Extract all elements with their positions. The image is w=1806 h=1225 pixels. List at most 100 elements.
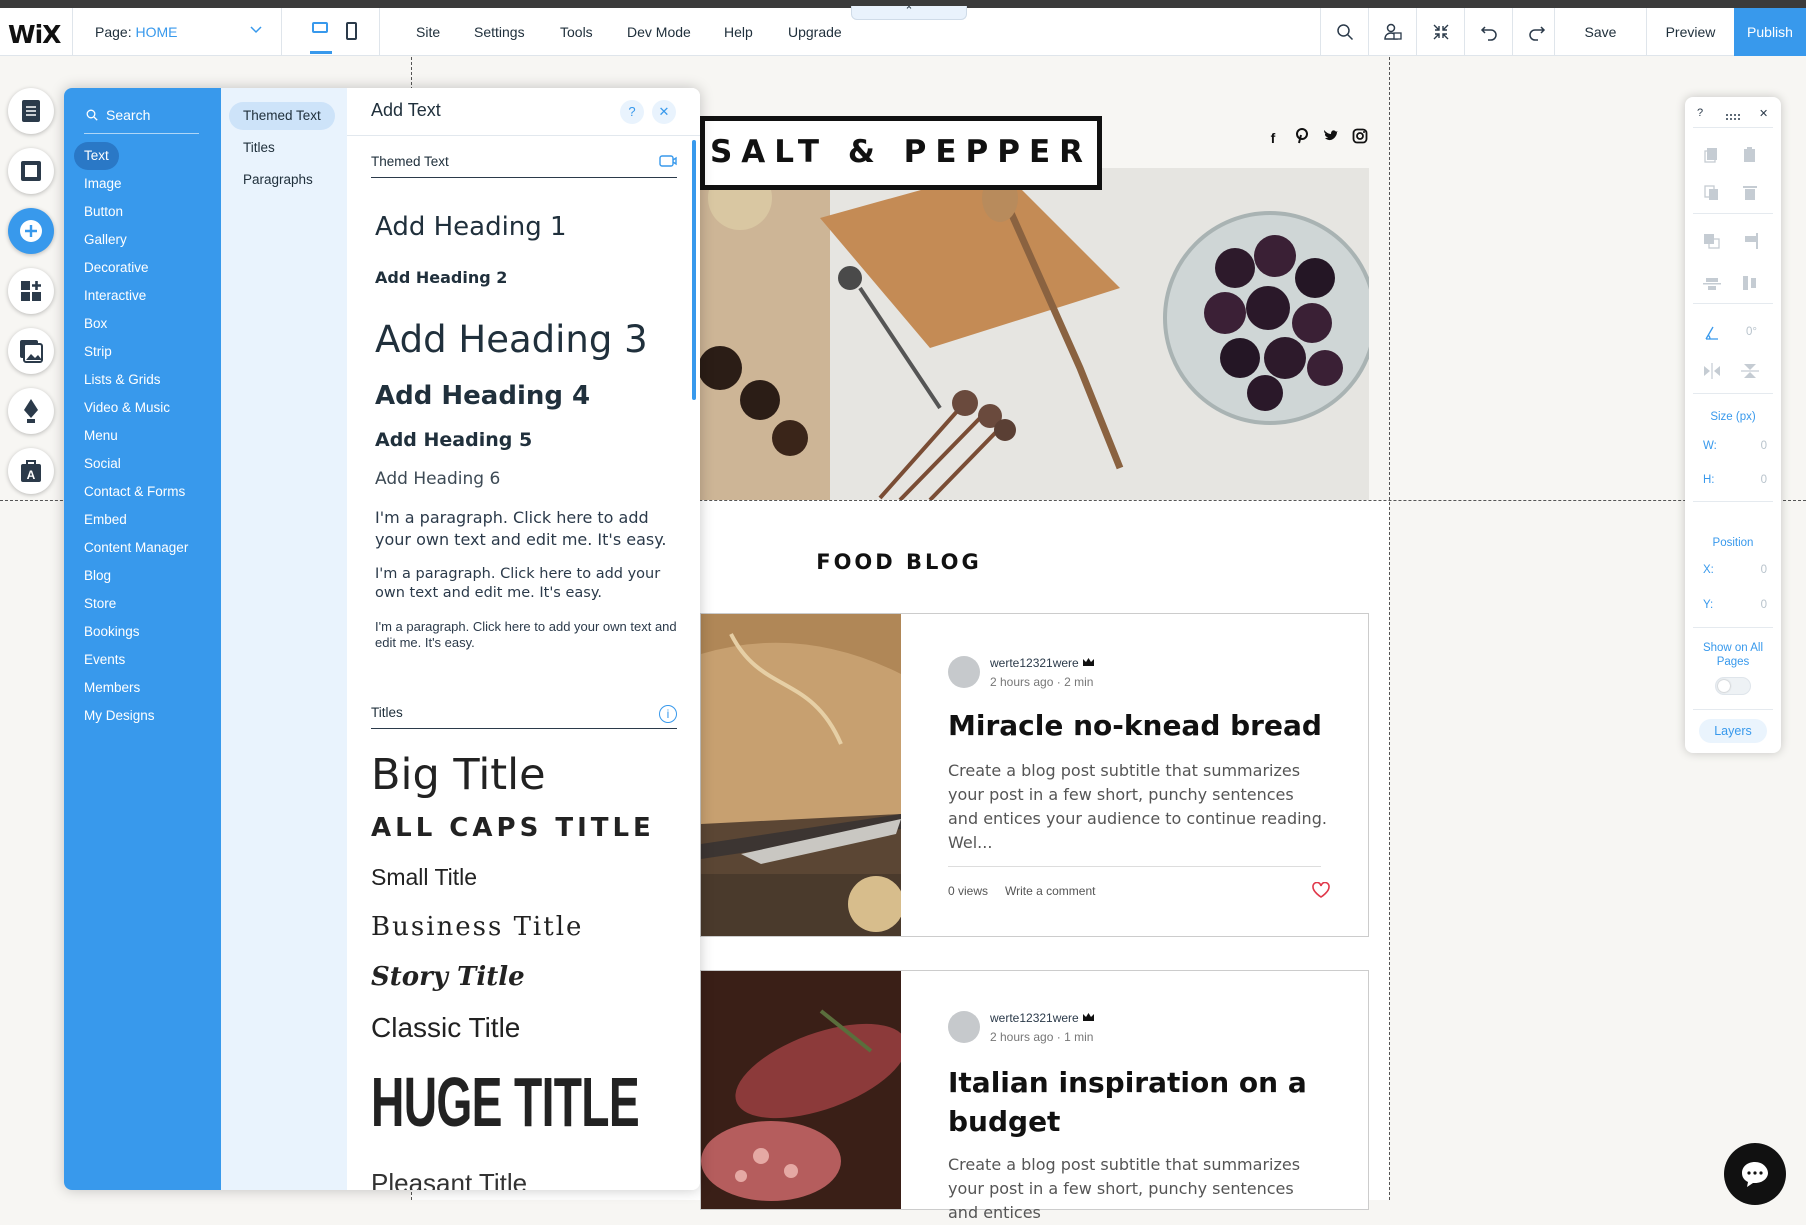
all-caps-title-preset[interactable]: ALL CAPS TITLE [371, 813, 655, 843]
redo-icon[interactable] [1512, 8, 1560, 56]
paragraph-1-preset[interactable]: I'm a paragraph. Click here to add your … [375, 507, 685, 551]
zoom-out-icon[interactable] [1416, 8, 1464, 56]
write-comment-link[interactable]: Write a comment [1005, 884, 1095, 898]
post-author[interactable]: werte12321were [990, 656, 1095, 670]
align-right-icon[interactable] [1741, 233, 1759, 249]
story-title-preset[interactable]: Story Title [371, 962, 525, 992]
rotate-angle-icon[interactable] [1703, 325, 1721, 341]
menu-upgrade[interactable]: Upgrade [788, 8, 842, 56]
layers-button[interactable]: Layers [1699, 719, 1767, 743]
category-blog[interactable]: Blog [74, 562, 121, 590]
copy-icon[interactable] [1703, 147, 1721, 163]
panel-search[interactable]: Search [84, 102, 199, 134]
help-button[interactable]: ? [620, 100, 644, 124]
x-field[interactable]: 0 [1745, 564, 1767, 576]
undo-icon[interactable] [1464, 8, 1512, 56]
duplicate-icon[interactable] [1703, 185, 1721, 201]
facebook-icon[interactable]: f [1263, 128, 1283, 148]
delete-icon[interactable] [1741, 185, 1759, 201]
tools-close-button[interactable]: ✕ [1759, 107, 1768, 120]
blog-post-card[interactable]: werte12321were 2 hours ago · 1 min Itali… [700, 970, 1369, 1222]
category-contact-forms[interactable]: Contact & Forms [74, 478, 195, 506]
post-author[interactable]: werte12321were [990, 1011, 1095, 1025]
desktop-view-icon[interactable] [310, 20, 332, 54]
heading-3-preset[interactable]: Add Heading 3 [375, 318, 648, 361]
small-title-preset[interactable]: Small Title [371, 864, 477, 891]
publish-button[interactable]: Publish [1734, 8, 1806, 56]
angle-value[interactable]: 0° [1735, 326, 1757, 338]
paragraph-3-preset[interactable]: I'm a paragraph. Click here to add your … [375, 619, 685, 651]
avatar[interactable] [948, 1011, 980, 1043]
close-button[interactable]: ✕ [652, 100, 676, 124]
category-gallery[interactable]: Gallery [74, 226, 137, 254]
y-field[interactable]: 0 [1745, 599, 1767, 611]
category-store[interactable]: Store [74, 590, 126, 618]
subcategory-paragraphs[interactable]: Paragraphs [229, 166, 327, 194]
category-strip[interactable]: Strip [74, 338, 122, 366]
add-elements-button[interactable] [8, 208, 54, 254]
mobile-view-icon[interactable] [346, 22, 357, 40]
category-menu[interactable]: Menu [74, 422, 128, 450]
collapse-toolbar-handle[interactable]: ⌃ [851, 6, 967, 20]
avatar[interactable] [948, 656, 980, 688]
category-image[interactable]: Image [74, 170, 132, 198]
category-social[interactable]: Social [74, 450, 131, 478]
chat-button[interactable] [1724, 1143, 1786, 1205]
flip-horizontal-icon[interactable] [1703, 363, 1721, 379]
preview-button[interactable]: Preview [1646, 8, 1734, 56]
category-content-manager[interactable]: Content Manager [74, 534, 198, 562]
heading-6-preset[interactable]: Add Heading 6 [375, 469, 500, 489]
paragraph-2-preset[interactable]: I'm a paragraph. Click here to add your … [375, 565, 685, 603]
menu-help[interactable]: Help [724, 8, 753, 56]
menu-site[interactable]: Site [416, 8, 440, 56]
heading-1-preset[interactable]: Add Heading 1 [375, 212, 567, 242]
category-events[interactable]: Events [74, 646, 135, 674]
category-members[interactable]: Members [74, 674, 150, 702]
distribute-icon[interactable] [1741, 275, 1759, 291]
menu-settings[interactable]: Settings [474, 8, 525, 56]
my-business-button[interactable]: A [8, 448, 54, 494]
page-selector[interactable]: Page: HOME [72, 8, 282, 56]
height-field[interactable]: 0 [1745, 474, 1767, 486]
paste-icon[interactable] [1741, 147, 1759, 163]
category-box[interactable]: Box [74, 310, 117, 338]
category-button[interactable]: Button [74, 198, 133, 226]
drag-handle-icon[interactable] [1725, 108, 1741, 126]
scrollbar[interactable] [692, 140, 696, 400]
search-icon[interactable] [1320, 8, 1368, 56]
tools-help-button[interactable]: ? [1697, 107, 1703, 119]
menu-dev-mode[interactable]: Dev Mode [627, 8, 691, 56]
category-bookings[interactable]: Bookings [74, 618, 150, 646]
media-button[interactable] [8, 328, 54, 374]
pleasant-title-preset[interactable]: Pleasant Title [371, 1168, 527, 1190]
heading-5-preset[interactable]: Add Heading 5 [375, 429, 532, 451]
heading-2-preset[interactable]: Add Heading 2 [375, 268, 507, 287]
site-logo-text[interactable]: SALT & PEPPER [700, 116, 1102, 190]
add-apps-button[interactable] [8, 268, 54, 314]
heading-4-preset[interactable]: Add Heading 4 [375, 381, 590, 411]
info-icon[interactable]: i [659, 705, 677, 723]
business-title-preset[interactable]: Business Title [371, 912, 583, 942]
width-field[interactable]: 0 [1745, 440, 1767, 452]
pages-menu-button[interactable] [8, 88, 54, 134]
instagram-icon[interactable] [1350, 128, 1370, 148]
twitter-icon[interactable] [1321, 128, 1341, 148]
classic-title-preset[interactable]: Classic Title [371, 1012, 520, 1044]
align-center-icon[interactable] [1703, 275, 1721, 291]
heart-icon[interactable] [1312, 881, 1330, 903]
pinterest-icon[interactable] [1292, 128, 1312, 148]
subcategory-titles[interactable]: Titles [229, 134, 289, 162]
blog-button[interactable] [8, 388, 54, 434]
video-icon[interactable] [659, 154, 677, 171]
category-decorative[interactable]: Decorative [74, 254, 159, 282]
flip-vertical-icon[interactable] [1741, 363, 1759, 379]
save-button[interactable]: Save [1554, 8, 1646, 56]
huge-title-preset[interactable]: HUGE TITLE [371, 1064, 640, 1140]
category-my-designs[interactable]: My Designs [74, 702, 165, 730]
arrange-icon[interactable] [1703, 233, 1721, 249]
blog-post-card[interactable]: werte12321were 2 hours ago · 2 min Mirac… [700, 613, 1369, 937]
section-title[interactable]: FOOD BLOG [700, 550, 1098, 574]
show-on-all-pages-toggle[interactable] [1715, 677, 1751, 695]
menu-tools[interactable]: Tools [560, 8, 593, 56]
post-title[interactable]: Italian inspiration on a budget [948, 1063, 1338, 1141]
